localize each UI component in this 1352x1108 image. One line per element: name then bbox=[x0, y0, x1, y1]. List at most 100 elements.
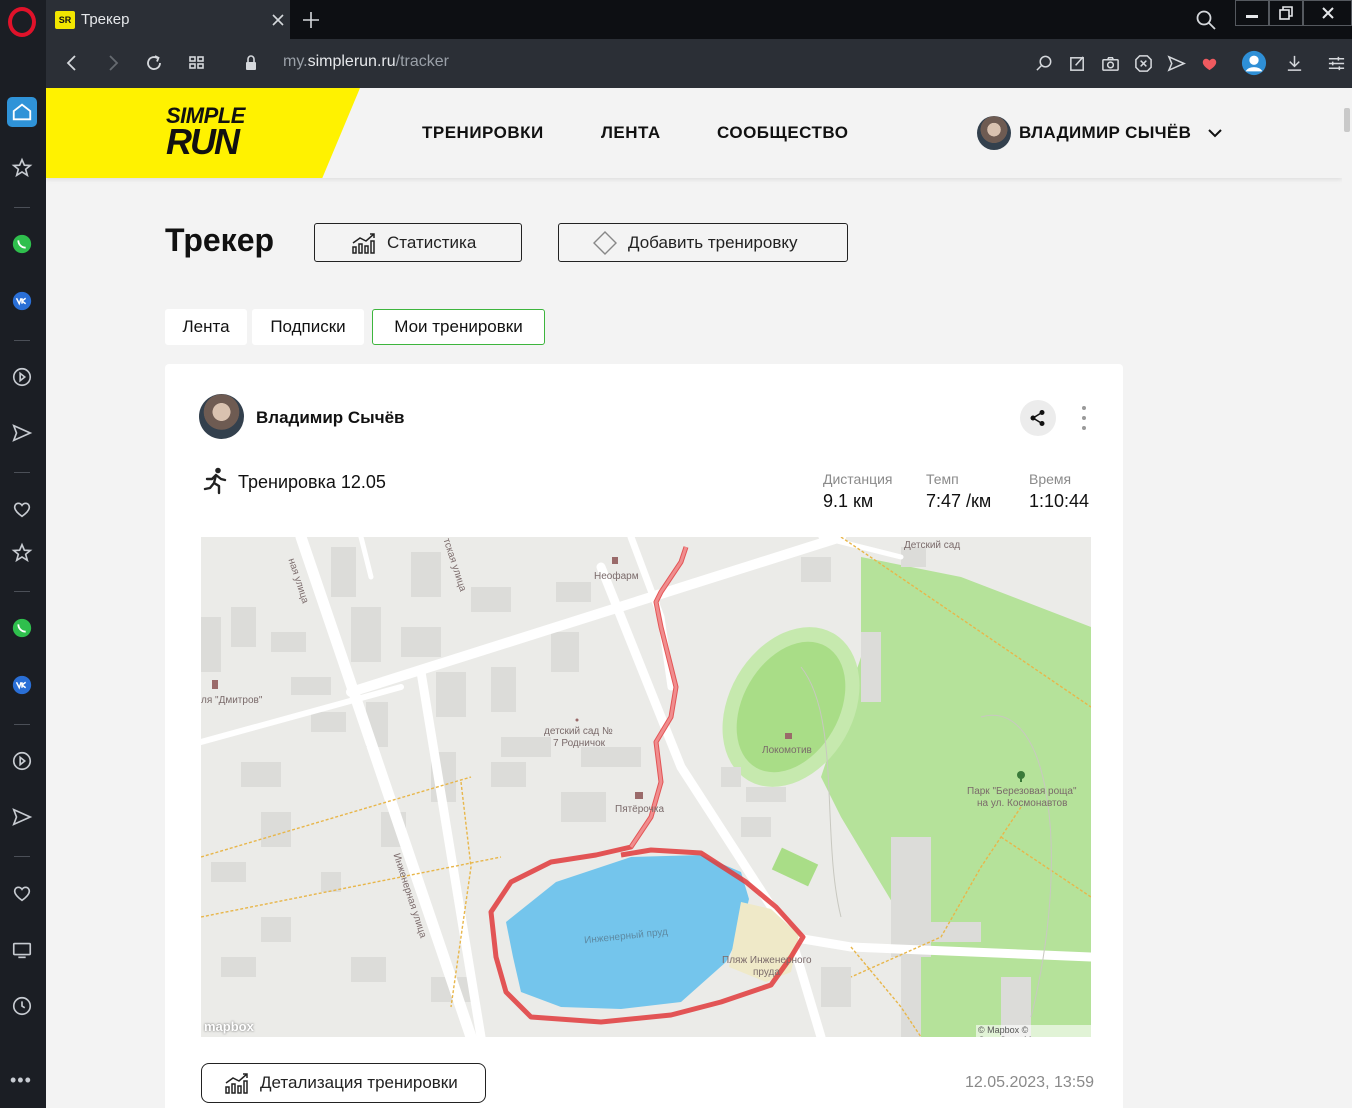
map-label-park-line1: Парк "Березовая роща" bbox=[967, 786, 1077, 797]
back-icon[interactable] bbox=[60, 51, 84, 75]
tab-title: Трекер bbox=[81, 11, 130, 28]
heart-icon[interactable] bbox=[7, 494, 37, 524]
player-icon[interactable] bbox=[7, 362, 37, 392]
author-name[interactable]: Владимир Сычёв bbox=[256, 408, 404, 428]
forward-icon[interactable] bbox=[101, 51, 125, 75]
workout-details-button[interactable]: Детализация тренировки bbox=[201, 1063, 486, 1103]
site-header: SIMPLE RUN ТРЕНИРОВКИ ЛЕНТА СООБЩЕСТВО В… bbox=[46, 88, 1342, 178]
send-icon-2[interactable] bbox=[7, 802, 37, 832]
map-label-shop: Пятёрочка bbox=[615, 804, 665, 815]
user-menu[interactable]: ВЛАДИМИР СЫЧЁВ bbox=[977, 115, 1223, 151]
map-label-beach-line1: Пляж Инженерного bbox=[722, 955, 812, 966]
user-name: ВЛАДИМИР СЫЧЁВ bbox=[1019, 123, 1192, 142]
history-icon[interactable] bbox=[7, 991, 37, 1021]
share-button[interactable] bbox=[1020, 400, 1056, 436]
tab-subscriptions[interactable]: Подписки bbox=[252, 309, 364, 345]
url-field[interactable]: my.simplerun.ru/tracker bbox=[283, 53, 449, 71]
tab-strip: SR Трекер bbox=[46, 0, 1352, 39]
statistics-chart-icon bbox=[352, 232, 375, 254]
statistics-button-label: Статистика bbox=[387, 232, 477, 252]
logo-line-2: RUN bbox=[166, 120, 240, 162]
tab-search-icon[interactable] bbox=[1194, 8, 1218, 32]
chevron-down-icon bbox=[1208, 129, 1222, 138]
tab-feed[interactable]: Лента bbox=[165, 309, 247, 345]
nav-workouts[interactable]: ТРЕНИРОВКИ bbox=[422, 123, 544, 143]
opera-sidebar: ••• bbox=[0, 0, 46, 1108]
distance-value: 9.1 км bbox=[823, 491, 874, 511]
running-icon bbox=[203, 467, 227, 495]
whatsapp-icon[interactable] bbox=[7, 229, 37, 259]
edit-icon[interactable] bbox=[1065, 51, 1089, 75]
map-label-pharmacy: Неофарм bbox=[594, 571, 639, 582]
workout-card: Владимир Сычёв Тренировка 12.05 Дистанци… bbox=[165, 364, 1123, 1108]
workout-title[interactable]: Тренировка 12.05 bbox=[238, 472, 386, 493]
diamond-icon bbox=[593, 230, 617, 255]
map-attribution[interactable]: © Mapbox © OpenStreetMap bbox=[976, 1025, 1091, 1037]
url-path: /tracker bbox=[395, 53, 449, 70]
url-domain: simplerun.ru bbox=[307, 53, 396, 70]
lock-icon[interactable] bbox=[239, 51, 263, 75]
pace-value: 7:47 /км bbox=[926, 491, 992, 511]
profile-icon[interactable] bbox=[1240, 49, 1268, 77]
user-avatar bbox=[977, 116, 1011, 150]
whatsapp-icon-2[interactable] bbox=[7, 613, 37, 643]
vk-icon[interactable] bbox=[7, 286, 37, 316]
reload-icon[interactable] bbox=[142, 51, 166, 75]
tab-favicon: SR bbox=[55, 10, 75, 29]
close-window-icon[interactable] bbox=[1303, 0, 1352, 26]
site-logo[interactable]: SIMPLE RUN bbox=[166, 105, 245, 162]
distance-label: Дистанция bbox=[823, 471, 893, 487]
map-label-stadium: Локомотив bbox=[762, 745, 812, 756]
easy-setup-icon[interactable] bbox=[1324, 51, 1348, 75]
address-bar: my.simplerun.ru/tracker bbox=[46, 39, 1352, 88]
speed-dial-grid-icon[interactable] bbox=[185, 51, 209, 75]
map-label-beach-line2: пруда bbox=[753, 967, 780, 978]
star-icon[interactable] bbox=[7, 538, 37, 568]
opera-logo-icon[interactable] bbox=[8, 7, 36, 37]
map-label-kindergarten-7-line1: детский сад № bbox=[544, 726, 613, 737]
speed-dial-star-icon[interactable] bbox=[7, 153, 37, 183]
send-icon[interactable] bbox=[7, 418, 37, 448]
pace-label: Темп bbox=[926, 471, 959, 487]
map-label-kindergarten: Детский сад bbox=[904, 540, 961, 551]
page-title: Трекер bbox=[165, 222, 275, 258]
add-workout-button[interactable]: Добавить тренировку bbox=[558, 223, 848, 262]
map-canvas bbox=[201, 537, 1091, 1037]
nav-community[interactable]: СООБЩЕСТВО bbox=[717, 123, 849, 143]
more-options-icon[interactable] bbox=[1077, 404, 1091, 432]
player-icon-2[interactable] bbox=[7, 746, 37, 776]
maximize-icon[interactable] bbox=[1269, 0, 1303, 26]
heart-icon-2[interactable] bbox=[7, 878, 37, 908]
page: SIMPLE RUN ТРЕНИРОВКИ ЛЕНТА СООБЩЕСТВО В… bbox=[46, 88, 1342, 1108]
url-prefix: my. bbox=[283, 53, 308, 70]
camera-icon[interactable] bbox=[1098, 51, 1122, 75]
add-workout-button-label: Добавить тренировку bbox=[628, 232, 798, 252]
statistics-button[interactable]: Статистика bbox=[314, 223, 522, 262]
share-icon bbox=[1030, 410, 1045, 426]
mapbox-logo[interactable]: mapbox bbox=[204, 1019, 254, 1034]
chart-icon bbox=[225, 1073, 248, 1094]
browser-tab[interactable]: SR Трекер bbox=[46, 0, 290, 39]
more-sidebar-icon[interactable]: ••• bbox=[10, 1070, 32, 1091]
map-label-hotel: ля "Дмитров" bbox=[201, 695, 263, 706]
new-tab-icon[interactable] bbox=[300, 9, 322, 31]
map-label-park-line2: на ул. Космонавтов bbox=[977, 798, 1068, 809]
adblock-icon[interactable] bbox=[1131, 51, 1155, 75]
route-map[interactable]: Детский сад ная улица тская улица Неофар… bbox=[201, 537, 1091, 1037]
page-scrollbar[interactable] bbox=[1342, 88, 1352, 1108]
home-icon[interactable] bbox=[7, 97, 37, 127]
time-value: 1:10:44 bbox=[1029, 491, 1090, 511]
nav-feed[interactable]: ЛЕНТА bbox=[601, 123, 661, 143]
minimize-icon[interactable] bbox=[1235, 0, 1269, 26]
author-avatar[interactable] bbox=[199, 394, 244, 439]
tabs-icon[interactable] bbox=[7, 935, 37, 965]
workout-details-button-label: Детализация тренировки bbox=[260, 1073, 458, 1092]
scrollbar-thumb[interactable] bbox=[1344, 108, 1350, 132]
heart-favorite-icon[interactable] bbox=[1197, 51, 1221, 75]
download-icon[interactable] bbox=[1282, 51, 1306, 75]
tab-my-workouts[interactable]: Мои тренировки bbox=[372, 309, 545, 345]
search-page-icon[interactable] bbox=[1032, 51, 1056, 75]
flow-send-icon[interactable] bbox=[1164, 51, 1188, 75]
vk-icon-2[interactable] bbox=[7, 670, 37, 700]
close-tab-icon[interactable] bbox=[268, 10, 288, 30]
